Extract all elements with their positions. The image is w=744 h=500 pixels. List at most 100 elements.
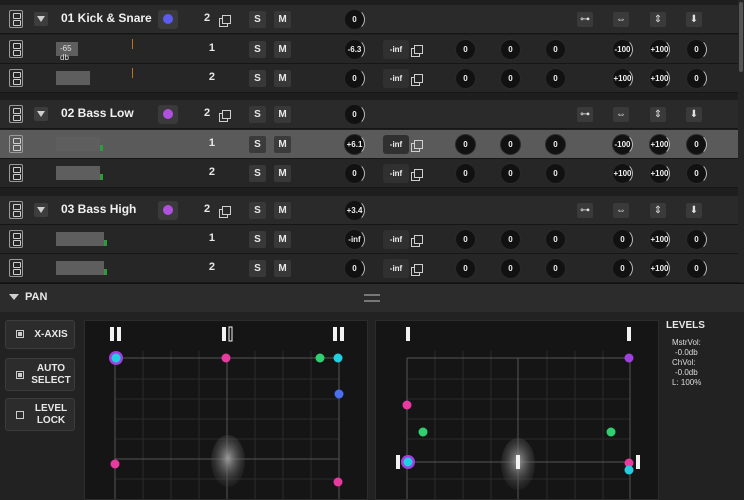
trim-value[interactable]: -inf	[383, 69, 409, 88]
track-channel-row[interactable]: 2 S M 0 -inf 0 0 0 +100 +100 0	[0, 159, 738, 188]
duplicate-icon[interactable]	[411, 73, 423, 86]
trim-value[interactable]: -inf	[383, 164, 409, 183]
duplicate-icon[interactable]	[411, 168, 423, 181]
volume-knob[interactable]: 0	[344, 258, 365, 279]
track-group-row[interactable]: 01 Kick & Snare 2 S M 0 ⊶ ⇔ ⇕ ⬇	[0, 5, 738, 34]
pan-knob[interactable]: +100	[649, 68, 670, 89]
pan-point[interactable]	[624, 353, 634, 363]
solo-button[interactable]: S	[249, 106, 266, 123]
track-channel-row[interactable]: 1 S M +6.1 -inf 0 0 0 -100 +100 0	[0, 130, 738, 159]
pan-vertical-icon[interactable]: ⇕	[650, 12, 666, 27]
solo-button[interactable]: S	[249, 202, 266, 219]
send-knob[interactable]: 0	[545, 163, 566, 184]
pan-knob[interactable]: 0	[686, 68, 707, 89]
mute-button[interactable]: M	[274, 11, 291, 28]
send-knob[interactable]: 0	[545, 229, 566, 250]
duplicate-icon[interactable]	[411, 44, 423, 57]
send-knob[interactable]: 0	[500, 229, 521, 250]
download-icon[interactable]: ⬇	[686, 203, 702, 218]
mute-button[interactable]: M	[274, 165, 291, 182]
pan-vertical-icon[interactable]: ⇕	[650, 203, 666, 218]
pan-horizontal-icon[interactable]: ⇔	[613, 203, 629, 218]
track-channel-row[interactable]: 1 S M -inf -inf 0 0 0 0 +100 0	[0, 225, 738, 254]
pan-knob[interactable]: 0	[686, 134, 707, 155]
send-knob[interactable]: 0	[500, 68, 521, 89]
pan-point[interactable]	[606, 427, 616, 437]
mute-button[interactable]: M	[274, 202, 291, 219]
send-knob[interactable]: 0	[545, 39, 566, 60]
pan-point[interactable]	[418, 427, 428, 437]
track-group-row[interactable]: 02 Bass Low 2 S M 0 ⊶ ⇔ ⇕ ⬇	[0, 100, 738, 129]
pan-knob[interactable]: +100	[612, 68, 633, 89]
stereo-link-icon[interactable]	[9, 69, 23, 87]
pan-point[interactable]	[624, 465, 634, 475]
pan-knob[interactable]: 0	[612, 258, 633, 279]
stereo-link-icon[interactable]	[9, 201, 23, 219]
level-lock-toggle[interactable]: LEVEL LOCK	[5, 398, 75, 431]
stereo-link-icon[interactable]	[9, 259, 23, 277]
resize-grip-icon[interactable]	[364, 294, 380, 302]
send-knob[interactable]: 0	[545, 68, 566, 89]
send-knob[interactable]: 0	[500, 163, 521, 184]
send-knob[interactable]: 0	[455, 258, 476, 279]
trim-value[interactable]: -inf	[383, 259, 409, 278]
stereo-link-icon[interactable]	[9, 230, 23, 248]
pan-point[interactable]	[402, 400, 412, 410]
link-channels-icon[interactable]: ⊶	[577, 107, 593, 122]
stereo-link-icon[interactable]	[9, 10, 23, 28]
pan-knob[interactable]: +100	[649, 163, 670, 184]
solo-button[interactable]: S	[249, 231, 266, 248]
send-knob[interactable]: 0	[455, 68, 476, 89]
volume-knob[interactable]: +3.4	[344, 200, 365, 221]
pan-point[interactable]	[333, 353, 343, 363]
duplicate-icon[interactable]	[411, 139, 423, 152]
track-name[interactable]: 03 Bass High	[61, 202, 136, 216]
solo-button[interactable]: S	[249, 70, 266, 87]
pan-knob[interactable]: -100	[612, 39, 633, 60]
trim-value[interactable]: -inf	[383, 40, 409, 59]
pan-point[interactable]	[110, 459, 120, 469]
pan-section-header[interactable]: PAN	[0, 283, 744, 312]
pan-knob[interactable]: 0	[686, 258, 707, 279]
solo-button[interactable]: S	[249, 136, 266, 153]
track-group-row[interactable]: 03 Bass High 2 S M +3.4 ⊶ ⇔ ⇕ ⬇	[0, 196, 738, 225]
pan-point[interactable]	[111, 353, 121, 363]
volume-knob[interactable]: 0	[344, 68, 365, 89]
pan-knob[interactable]: +100	[649, 229, 670, 250]
pan-pad-left[interactable]	[84, 320, 368, 500]
track-name[interactable]: 01 Kick & Snare	[61, 11, 152, 25]
link-channels-icon[interactable]: ⊶	[577, 12, 593, 27]
stereo-link-icon[interactable]	[9, 105, 23, 123]
pan-horizontal-icon[interactable]: ⇔	[613, 12, 629, 27]
pan-knob[interactable]: 0	[686, 229, 707, 250]
track-name[interactable]: 02 Bass Low	[61, 106, 134, 120]
mute-button[interactable]: M	[274, 260, 291, 277]
expand-chevron-icon[interactable]	[34, 107, 48, 121]
stereo-link-icon[interactable]	[9, 164, 23, 182]
expand-chevron-icon[interactable]	[34, 12, 48, 26]
track-channel-row[interactable]: 2 S M 0 -inf 0 0 0 0 +100 0	[0, 254, 738, 283]
pan-knob[interactable]: 0	[686, 163, 707, 184]
send-knob[interactable]: 0	[500, 39, 521, 60]
pan-knob[interactable]: +100	[649, 134, 670, 155]
link-channels-icon[interactable]: ⊶	[577, 203, 593, 218]
pan-knob[interactable]: +100	[612, 163, 633, 184]
send-knob[interactable]: 0	[545, 258, 566, 279]
download-icon[interactable]: ⬇	[686, 12, 702, 27]
pan-point[interactable]	[315, 353, 325, 363]
mute-button[interactable]: M	[274, 106, 291, 123]
mute-button[interactable]: M	[274, 136, 291, 153]
collapse-triangle-icon[interactable]	[9, 294, 19, 300]
track-color-button[interactable]	[158, 201, 178, 220]
pan-pad-right[interactable]	[375, 320, 659, 500]
x-axis-toggle[interactable]: X-AXIS	[5, 320, 75, 349]
pan-point[interactable]	[221, 353, 231, 363]
track-channel-row[interactable]: -65 db 1 S M -6.3 -inf 0 0 0 -100 +100 0	[0, 35, 738, 64]
volume-knob[interactable]: 0	[344, 9, 365, 30]
duplicate-icon[interactable]	[219, 109, 231, 122]
mute-button[interactable]: M	[274, 41, 291, 58]
pan-knob[interactable]: +100	[649, 39, 670, 60]
track-list-scrollbar[interactable]	[738, 0, 744, 282]
volume-knob[interactable]: +6.1	[344, 134, 365, 155]
solo-button[interactable]: S	[249, 41, 266, 58]
